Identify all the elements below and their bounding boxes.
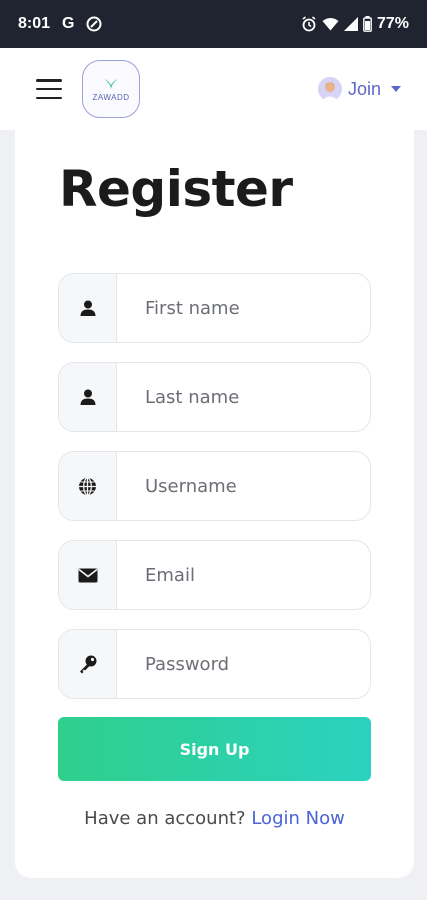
data-saver-icon	[86, 16, 102, 32]
password-input[interactable]	[117, 630, 370, 698]
key-icon	[59, 630, 117, 698]
login-now-link[interactable]: Login Now	[251, 808, 344, 829]
user-icon	[59, 274, 117, 342]
last-name-field	[58, 362, 371, 432]
menu-icon[interactable]	[36, 79, 62, 99]
join-dropdown[interactable]: Join	[317, 77, 401, 101]
username-input[interactable]	[117, 452, 370, 520]
brand-logo[interactable]: ZAWADD	[82, 60, 140, 118]
sign-up-button[interactable]: Sign Up	[58, 717, 371, 781]
bird-icon	[104, 78, 118, 89]
register-card: Register Sign Up Have an account? Login	[15, 130, 414, 878]
envelope-icon	[59, 541, 117, 609]
password-field	[58, 629, 371, 699]
first-name-input[interactable]	[117, 274, 370, 342]
email-input[interactable]	[117, 541, 370, 609]
join-label: Join	[347, 78, 381, 99]
status-time: 8:01	[18, 15, 51, 32]
battery-icon	[363, 16, 372, 32]
status-bar-right: 77%	[301, 15, 409, 33]
avatar	[317, 77, 342, 101]
logo-text: ZAWADD	[92, 92, 130, 102]
wifi-icon	[322, 17, 339, 31]
username-field	[58, 451, 371, 521]
page-title: Register	[59, 160, 293, 218]
status-bar-left: 8:01 G	[18, 15, 102, 33]
login-prompt: Have an account? Login Now	[15, 808, 414, 829]
status-bar: 8:01 G 77%	[0, 0, 427, 48]
email-field	[58, 540, 371, 610]
alarm-icon	[301, 16, 317, 32]
user-icon	[59, 363, 117, 431]
chevron-down-icon	[391, 86, 401, 92]
last-name-input[interactable]	[117, 363, 370, 431]
app-header: ZAWADD Join	[0, 48, 427, 130]
cellular-signal-icon	[343, 17, 358, 31]
first-name-field	[58, 273, 371, 343]
google-icon: G	[62, 15, 75, 32]
battery-percentage: 77%	[376, 15, 409, 32]
have-account-text: Have an account?	[84, 808, 246, 829]
globe-icon	[59, 452, 117, 520]
